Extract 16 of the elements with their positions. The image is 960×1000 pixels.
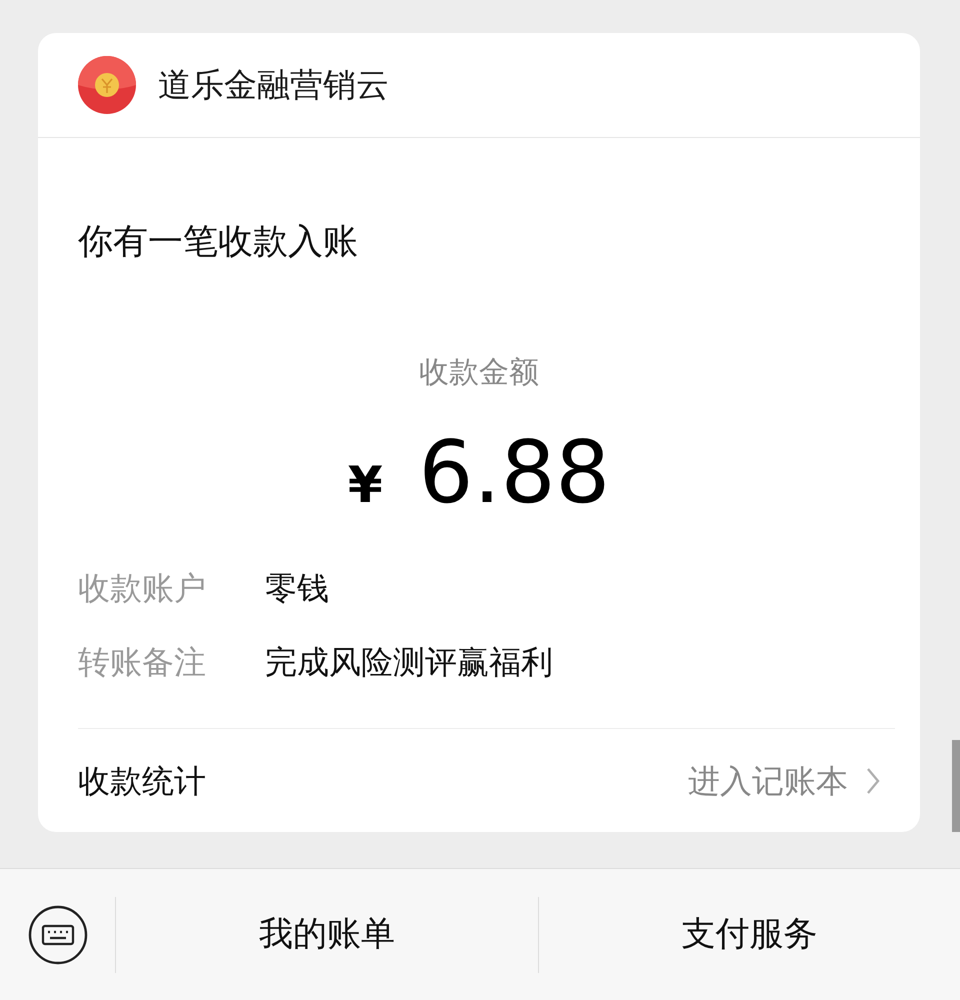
app-name: 道乐金融营销云 xyxy=(158,64,389,106)
coin-logo-icon xyxy=(78,56,136,114)
amount-value: 6.88 xyxy=(418,422,610,525)
message-heading: 你有一笔收款入账 xyxy=(78,220,359,264)
detail-label: 转账备注 xyxy=(78,642,207,683)
menu-button[interactable]: 我的账单 xyxy=(116,908,538,961)
detail-value: 零钱 xyxy=(265,568,329,609)
chevron-right-icon xyxy=(866,766,880,794)
detail-label: 收款账户 xyxy=(78,568,207,609)
detail-value: 完成风险测评赢福利 xyxy=(265,642,553,683)
ledger-link[interactable]: 进入记账本 xyxy=(688,756,880,804)
scroll-bar[interactable] xyxy=(952,740,960,832)
amount-label: 收款金额 xyxy=(418,354,540,392)
menu-button[interactable]: 支付服务 xyxy=(538,908,960,961)
currency-symbol: ¥ xyxy=(348,455,383,516)
stats-label: 收款统计 xyxy=(78,760,206,802)
